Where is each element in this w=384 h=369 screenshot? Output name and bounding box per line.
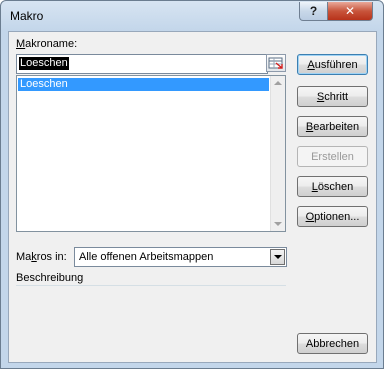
list-item[interactable]: Loeschen (18, 78, 269, 91)
window-title: Makro (10, 9, 44, 23)
options-button[interactable]: Optionen... (297, 206, 368, 227)
dialog-client: Makroname: Loeschen Loeschen Ausführen S… (8, 31, 377, 363)
macro-list[interactable]: Loeschen (16, 75, 286, 232)
description-separator (16, 285, 286, 286)
macro-name-input[interactable]: Loeschen (16, 54, 268, 74)
scroll-up-icon[interactable] (274, 81, 282, 85)
macros-in-label: Makros in: (16, 251, 67, 263)
delete-button[interactable]: Löschen (297, 176, 368, 197)
macro-name-label: Makroname: (16, 38, 78, 50)
list-scrollbar[interactable] (270, 76, 285, 231)
range-select-icon (268, 57, 283, 69)
scroll-down-icon[interactable] (274, 222, 282, 226)
help-icon: ? (309, 4, 318, 18)
step-button[interactable]: Schritt (297, 86, 368, 107)
edit-button[interactable]: Bearbeiten (297, 116, 368, 137)
description-label: Beschreibung (16, 272, 84, 284)
chevron-down-icon[interactable] (270, 249, 285, 265)
macro-dialog: Makro ? ✕ Makroname: Loeschen Loeschen A… (0, 0, 384, 369)
macros-in-dropdown[interactable]: Alle offenen Arbeitsmappen (74, 247, 287, 267)
cancel-button[interactable]: Abbrechen (297, 333, 368, 354)
range-select-button[interactable] (266, 54, 286, 72)
macros-in-value: Alle offenen Arbeitsmappen (79, 251, 214, 263)
title-bar: Makro ? ✕ (1, 1, 383, 31)
help-button[interactable]: ? (299, 2, 328, 21)
macro-name-value: Loeschen (19, 57, 69, 70)
close-icon: ✕ (344, 4, 356, 18)
run-button[interactable]: Ausführen (297, 54, 368, 75)
close-button[interactable]: ✕ (327, 2, 373, 21)
create-button[interactable]: Erstellen (297, 146, 368, 167)
